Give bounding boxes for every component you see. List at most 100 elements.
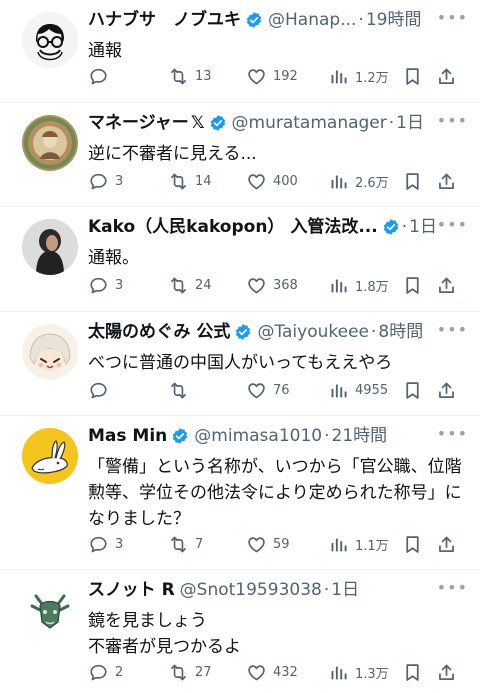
timestamp[interactable]: 1日 bbox=[409, 215, 437, 239]
bookmark-button[interactable] bbox=[402, 66, 436, 87]
share-icon bbox=[436, 66, 457, 87]
bookmark-button[interactable] bbox=[402, 171, 436, 192]
tweet[interactable]: ハナブサ ノブユキ @Hanap... · 19時間 通報 ••• 13 192… bbox=[0, 0, 480, 103]
more-icon[interactable]: ••• bbox=[437, 578, 468, 597]
share-button[interactable] bbox=[436, 171, 458, 192]
tweet[interactable]: 太陽のめぐみ 公式 @Taiyoukeee · 8時間 べつに普通の中国人がいっ… bbox=[0, 312, 480, 416]
user-handle[interactable]: @Snot19593038 bbox=[180, 578, 322, 602]
reply-button[interactable]: 3 bbox=[88, 275, 168, 296]
like-count: 400 bbox=[273, 173, 298, 189]
more-icon[interactable]: ••• bbox=[437, 8, 468, 27]
like-button[interactable]: 59 bbox=[246, 534, 328, 555]
tweet-header: Kako（人民kakopon） 入管法改... · 1日 bbox=[88, 215, 468, 239]
retweet-button[interactable]: 24 bbox=[168, 275, 246, 296]
retweet-button[interactable]: 14 bbox=[168, 171, 246, 192]
like-button[interactable]: 192 bbox=[246, 66, 328, 87]
reply-button[interactable]: 3 bbox=[88, 171, 168, 192]
retweet-button[interactable] bbox=[168, 380, 246, 401]
tweet[interactable]: Kako（人民kakopon） 入管法改... · 1日 通報。 ••• 3 2… bbox=[0, 207, 480, 312]
bookmark-button[interactable] bbox=[402, 534, 436, 555]
bookmark-button[interactable] bbox=[402, 662, 436, 683]
user-handle[interactable]: @Hanap... bbox=[268, 8, 356, 32]
bookmark-button[interactable] bbox=[402, 380, 436, 401]
display-name[interactable]: スノット R bbox=[88, 578, 175, 602]
bookmark-button[interactable] bbox=[402, 275, 436, 296]
reply-button[interactable]: 2 bbox=[88, 662, 168, 683]
timestamp[interactable]: 8時間 bbox=[378, 320, 423, 344]
avatar[interactable] bbox=[22, 12, 78, 68]
reply-button[interactable]: 3 bbox=[88, 534, 168, 555]
like-count: 76 bbox=[273, 382, 290, 398]
tweet-header: マネージャー 𝕏 @muratamanager · 1日 bbox=[88, 111, 468, 135]
like-count: 192 bbox=[273, 68, 298, 84]
more-icon[interactable]: ••• bbox=[437, 320, 468, 339]
reply-button[interactable] bbox=[88, 66, 168, 87]
avatar[interactable] bbox=[22, 582, 78, 638]
views-button[interactable]: 1.1万 bbox=[328, 534, 402, 555]
like-button[interactable]: 76 bbox=[246, 380, 328, 401]
user-handle[interactable]: @Taiyoukeee bbox=[257, 320, 369, 344]
more-icon[interactable]: ••• bbox=[437, 215, 468, 234]
view-count: 1.1万 bbox=[355, 538, 389, 554]
timestamp[interactable]: 19時間 bbox=[366, 8, 422, 32]
tweet-text: 逆に不審者に見える... bbox=[88, 144, 257, 164]
avatar[interactable] bbox=[22, 324, 78, 380]
tweet[interactable]: マネージャー 𝕏 @muratamanager · 1日 逆に不審者に見える..… bbox=[0, 103, 480, 207]
views-icon bbox=[328, 380, 349, 401]
views-icon bbox=[328, 275, 349, 296]
views-button[interactable]: 1.3万 bbox=[328, 662, 402, 683]
views-button[interactable]: 1.8万 bbox=[328, 275, 402, 296]
retweet-icon bbox=[168, 66, 189, 87]
avatar-sketch-icon bbox=[22, 12, 78, 68]
view-count: 1.2万 bbox=[355, 70, 389, 86]
user-handle[interactable]: @mimasa1010 bbox=[194, 424, 322, 448]
retweet-button[interactable]: 7 bbox=[168, 534, 246, 555]
like-icon bbox=[246, 380, 267, 401]
timeline-feed: ハナブサ ノブユキ @Hanap... · 19時間 通報 ••• 13 192… bbox=[0, 0, 480, 693]
timestamp[interactable]: 1日 bbox=[396, 111, 424, 135]
views-button[interactable]: 4955 bbox=[328, 380, 402, 401]
share-icon bbox=[436, 662, 457, 683]
display-name[interactable]: ハナブサ ノブユキ bbox=[88, 8, 241, 32]
share-button[interactable] bbox=[436, 534, 458, 555]
share-button[interactable] bbox=[436, 66, 458, 87]
view-count: 4955 bbox=[355, 382, 389, 398]
tweet[interactable]: スノット R @Snot19593038 · 1日 鏡を見ましょう 不審者が見つ… bbox=[0, 570, 480, 693]
tweet[interactable]: Mas Min @mimasa1010 · 21時間 「警備」という名称が、いつ… bbox=[0, 416, 480, 570]
like-button[interactable]: 432 bbox=[246, 662, 328, 683]
views-icon bbox=[328, 662, 349, 683]
share-button[interactable] bbox=[436, 275, 458, 296]
like-button[interactable]: 368 bbox=[246, 275, 328, 296]
avatar-ornate-portrait-icon bbox=[22, 115, 78, 171]
tweet-text: 「警備」という名称が、いつから「官公職、位階勲等、学位その他法令により定められた… bbox=[88, 457, 462, 529]
bookmark-icon bbox=[402, 66, 423, 87]
timestamp[interactable]: 21時間 bbox=[332, 424, 388, 448]
views-button[interactable]: 1.2万 bbox=[328, 66, 402, 87]
user-handle[interactable]: @muratamanager bbox=[232, 111, 387, 135]
more-icon[interactable]: ••• bbox=[437, 111, 468, 130]
retweet-button[interactable]: 27 bbox=[168, 662, 246, 683]
display-name[interactable]: 太陽のめぐみ 公式 bbox=[88, 320, 230, 344]
avatar-photo-person-icon bbox=[22, 219, 78, 275]
verified-badge-icon bbox=[234, 323, 252, 341]
share-button[interactable] bbox=[436, 662, 458, 683]
avatar[interactable] bbox=[22, 428, 78, 484]
verified-badge-icon bbox=[209, 114, 227, 132]
view-count: 1.8万 bbox=[355, 279, 389, 295]
avatar[interactable] bbox=[22, 219, 78, 275]
display-name[interactable]: マネージャー bbox=[88, 111, 189, 135]
share-icon bbox=[436, 380, 457, 401]
reply-count: 3 bbox=[115, 536, 124, 552]
like-button[interactable]: 400 bbox=[246, 171, 328, 192]
more-icon[interactable]: ••• bbox=[437, 424, 468, 443]
display-name[interactable]: Mas Min bbox=[88, 424, 167, 448]
views-button[interactable]: 2.6万 bbox=[328, 171, 402, 192]
share-button[interactable] bbox=[436, 380, 458, 401]
reply-button[interactable] bbox=[88, 380, 168, 401]
avatar[interactable] bbox=[22, 115, 78, 171]
verified-badge-icon bbox=[382, 218, 400, 236]
display-name[interactable]: Kako（人民kakopon） 入管法改... bbox=[88, 215, 378, 239]
timestamp[interactable]: 1日 bbox=[331, 578, 359, 602]
like-count: 59 bbox=[273, 536, 290, 552]
retweet-button[interactable]: 13 bbox=[168, 66, 246, 87]
